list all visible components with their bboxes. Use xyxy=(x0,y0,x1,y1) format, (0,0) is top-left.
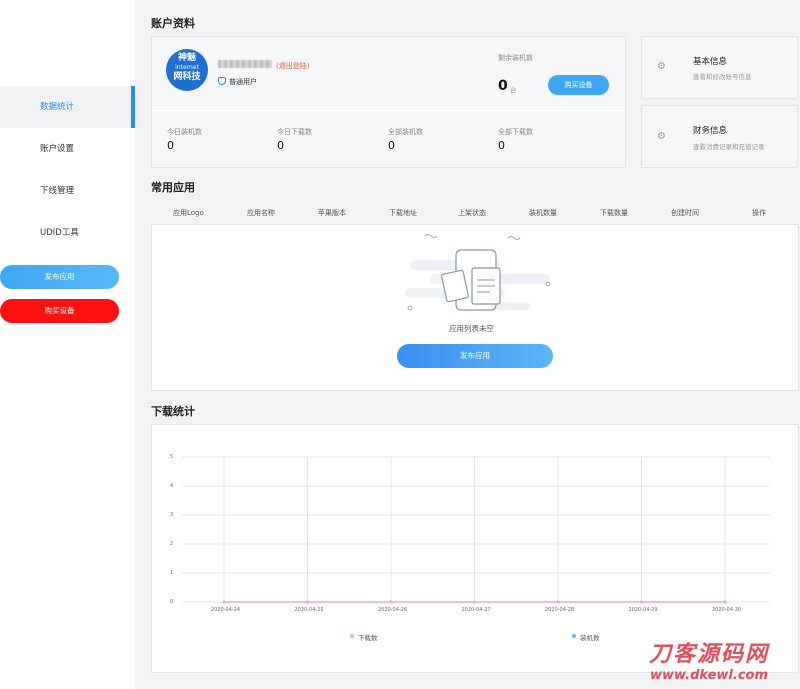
legend-marker xyxy=(350,634,354,638)
data-point xyxy=(556,600,560,604)
watermark-line1: 刀客源码网 xyxy=(648,642,769,667)
y-tick-label: 3 xyxy=(170,512,174,518)
legend-marker xyxy=(572,634,576,638)
data-point xyxy=(306,600,309,604)
y-tick-label: 0 xyxy=(170,599,174,605)
x-tick-label: 2020-04-24 xyxy=(211,607,241,613)
download-chart xyxy=(182,456,770,604)
x-tick-label: 2020-04-25 xyxy=(294,607,324,613)
y-tick-label: 5 xyxy=(170,454,174,460)
y-tick-label: 2 xyxy=(170,541,174,547)
data-point xyxy=(389,600,393,604)
x-tick-label: 2020-04-29 xyxy=(628,607,658,613)
data-point xyxy=(723,600,727,604)
data-point xyxy=(640,600,643,604)
legend-label[interactable]: 装机数 xyxy=(580,632,600,642)
y-tick-label: 1 xyxy=(170,570,174,576)
y-tick-label: 4 xyxy=(170,483,174,489)
x-tick-label: 2020-04-27 xyxy=(461,607,491,613)
legend-label[interactable]: 下载数 xyxy=(358,632,378,642)
data-point xyxy=(222,600,226,604)
x-tick-label: 2020-04-28 xyxy=(545,607,575,613)
x-tick-label: 2020-04-26 xyxy=(378,607,408,613)
watermark: 刀客源码网 www.dkewl.com xyxy=(618,642,800,689)
watermark-line2: www.dkewl.com xyxy=(649,668,769,683)
x-tick-label: 2020-04-30 xyxy=(712,607,742,613)
data-point xyxy=(473,600,476,604)
